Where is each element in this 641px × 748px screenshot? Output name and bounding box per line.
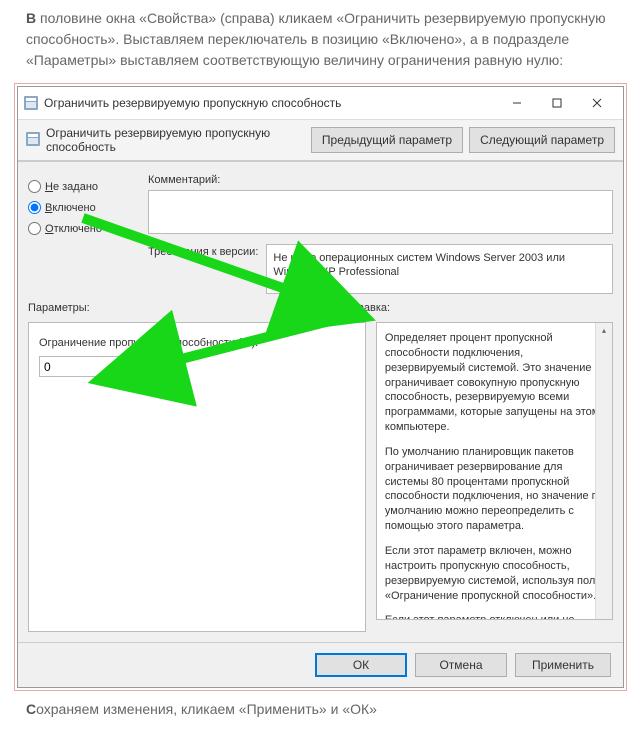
previous-setting-button[interactable]: Предыдущий параметр [311, 127, 463, 153]
maximize-button[interactable] [537, 91, 577, 115]
radio-disabled-label: Отключено [45, 223, 102, 235]
minimize-button[interactable] [497, 91, 537, 115]
comment-label: Комментарий: [148, 174, 613, 186]
upper-body: Не задано Включено Отключено Комментарий… [18, 162, 623, 298]
intro-paragraph: В половине окна «Свойства» (справа) клик… [0, 0, 641, 83]
radio-enabled-input[interactable] [28, 201, 41, 214]
parameters-header: Параметры: [28, 302, 344, 314]
help-panel: Определяет процент пропускной способност… [376, 322, 613, 620]
radio-not-configured[interactable]: Не задано [28, 180, 148, 193]
ok-button[interactable]: ОК [315, 653, 407, 677]
requirements-label: Требования к версии: [148, 244, 258, 294]
help-paragraph: Если этот параметр включен, можно настро… [385, 544, 604, 603]
window-title: Ограничить резервируемую пропускную спос… [44, 96, 497, 110]
titlebar[interactable]: Ограничить резервируемую пропускную спос… [18, 87, 623, 120]
radio-disabled[interactable]: Отключено [28, 222, 148, 235]
spinner-up-icon[interactable]: ▲ [149, 356, 163, 367]
help-header: Справка: [344, 302, 390, 314]
scrollbar[interactable]: ▴ [595, 323, 612, 619]
app-icon [24, 96, 38, 110]
bandwidth-limit-input[interactable] [39, 356, 149, 377]
spinner-down-icon[interactable]: ▼ [149, 367, 163, 377]
close-button[interactable] [577, 91, 617, 115]
apply-button[interactable]: Применить [515, 653, 611, 677]
intro-bold: В [26, 10, 36, 26]
comment-field[interactable] [148, 190, 613, 234]
help-paragraph: Если этот параметр отключен или не задан… [385, 613, 604, 620]
help-paragraph: По умолчанию планировщик пакетов огранич… [385, 445, 604, 534]
radio-not-configured-input[interactable] [28, 180, 41, 193]
radio-enabled-label: Включено [45, 202, 96, 214]
requirements-field: Не ниже операционных систем Windows Serv… [266, 244, 613, 294]
button-bar: ОК Отмена Применить [18, 642, 623, 687]
outro-text: охраняем изменения, кликаем «Применить» … [36, 701, 377, 717]
outro-bold: С [26, 701, 36, 717]
bandwidth-limit-spinner[interactable]: ▲ ▼ [39, 355, 355, 378]
subheader: Ограничить резервируемую пропускную спос… [18, 120, 623, 161]
window: Ограничить резервируемую пропускную спос… [17, 86, 624, 688]
outro-paragraph: Сохраняем изменения, кликаем «Применить»… [0, 691, 641, 732]
state-radio-group: Не задано Включено Отключено [28, 174, 148, 294]
scroll-up-icon[interactable]: ▴ [596, 323, 612, 339]
cancel-button[interactable]: Отмена [415, 653, 507, 677]
intro-text: половине окна «Свойства» (справа) кликае… [26, 10, 606, 68]
parameters-panel: Ограничение пропускной способности (%): … [28, 322, 366, 632]
radio-not-configured-label: Не задано [45, 181, 98, 193]
radio-enabled[interactable]: Включено [28, 201, 148, 214]
bandwidth-limit-label: Ограничение пропускной способности (%): [39, 337, 355, 349]
policy-icon [26, 132, 40, 149]
subheader-title: Ограничить резервируемую пропускную спос… [46, 126, 305, 154]
radio-disabled-input[interactable] [28, 222, 41, 235]
next-setting-button[interactable]: Следующий параметр [469, 127, 615, 153]
help-paragraph: Определяет процент пропускной способност… [385, 331, 604, 435]
screenshot-frame: Ограничить резервируемую пропускную спос… [14, 83, 627, 691]
